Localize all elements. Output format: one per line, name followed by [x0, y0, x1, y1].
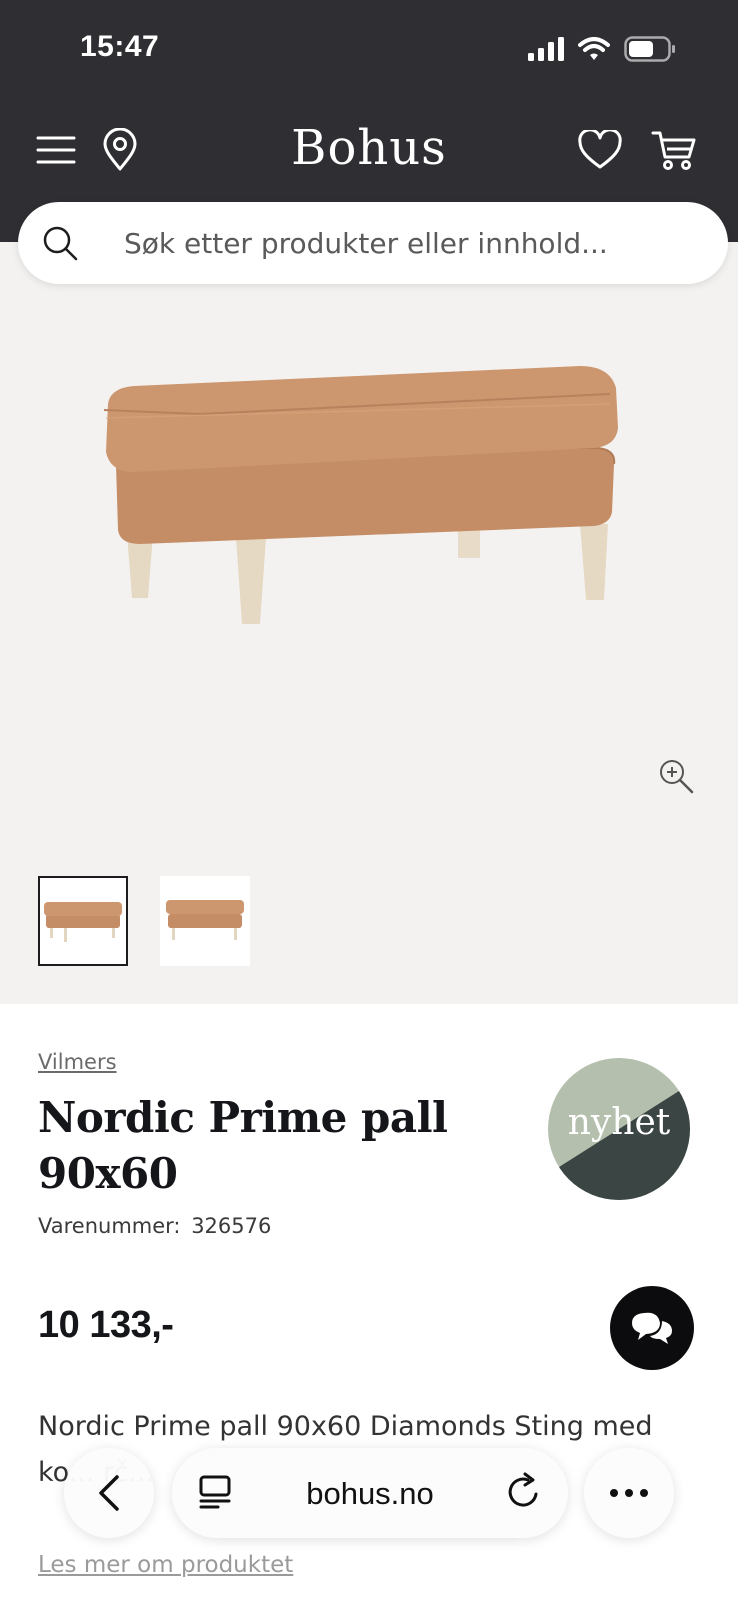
chat-icon [632, 1312, 672, 1344]
thumbnail-1[interactable] [38, 876, 128, 966]
read-more-link[interactable]: Les mer om produktet [38, 1552, 293, 1578]
sku-label: Varenummer: [38, 1214, 181, 1238]
search-bar[interactable] [18, 202, 728, 284]
new-badge: nyhet [548, 1058, 690, 1200]
search-input[interactable] [124, 226, 684, 260]
thumbnail-image [44, 902, 122, 942]
product-title: Nordic Prime pall 90x60 [38, 1093, 448, 1198]
product-gallery [0, 242, 738, 1004]
brand-logo[interactable]: Bohus [0, 120, 738, 176]
wifi-icon [578, 37, 610, 60]
more-button[interactable] [584, 1448, 674, 1538]
badge-label: nyhet [567, 1102, 671, 1143]
chat-button[interactable] [610, 1286, 694, 1370]
brand-link[interactable]: Vilmers [38, 1050, 117, 1074]
status-icons [528, 36, 676, 62]
product-price: 10 133,- [38, 1304, 174, 1346]
signal-icon [528, 37, 564, 61]
address-bar[interactable]: bohus.no [172, 1448, 568, 1538]
sku-value: 326576 [191, 1214, 272, 1238]
browser-toolbar: bohus.no [0, 1440, 738, 1540]
thumbnail-image [166, 900, 244, 940]
status-time: 15:47 [80, 30, 160, 63]
nav-bar: Bohus [0, 116, 738, 184]
chevron-left-icon [99, 1475, 119, 1511]
thumbnail-2[interactable] [160, 876, 250, 966]
more-dots-icon [610, 1489, 648, 1497]
product-image[interactable] [90, 352, 650, 652]
reload-icon[interactable] [506, 1472, 542, 1510]
search-icon[interactable] [40, 223, 80, 263]
zoom-icon[interactable] [656, 756, 696, 796]
battery-icon [624, 36, 675, 62]
cart-icon[interactable] [648, 124, 700, 176]
product-sku: Varenummer: 326576 [38, 1214, 271, 1238]
back-button[interactable] [64, 1448, 154, 1538]
heart-icon[interactable] [574, 124, 626, 176]
